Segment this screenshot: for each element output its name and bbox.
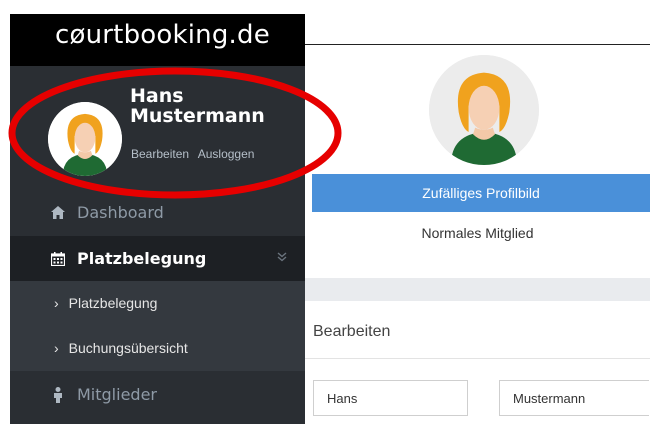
section-separator bbox=[305, 278, 650, 301]
user-full-name: Hans Mustermann bbox=[130, 86, 265, 126]
home-icon bbox=[51, 206, 65, 219]
app-logo[interactable]: cøurtbooking.de bbox=[55, 20, 270, 50]
profile-links: Bearbeiten Ausloggen bbox=[131, 147, 260, 161]
submenu-label-buchungsuebersicht: Buchungsübersicht bbox=[68, 340, 188, 356]
last-name-field[interactable] bbox=[499, 380, 649, 416]
person-icon bbox=[51, 386, 65, 403]
logout-link[interactable]: Ausloggen bbox=[198, 147, 255, 161]
random-profile-picture-button[interactable]: Zufälliges Profilbild bbox=[312, 174, 650, 212]
top-border bbox=[305, 44, 650, 45]
calendar-icon bbox=[51, 251, 65, 266]
chevron-down-icon[interactable] bbox=[277, 251, 287, 265]
menu-item-platzbelegung[interactable]: Platzbelegung bbox=[10, 236, 305, 281]
menu-label-platzbelegung: Platzbelegung bbox=[77, 249, 207, 268]
profile-picture[interactable] bbox=[429, 55, 539, 165]
profile-picture-illustration bbox=[429, 55, 539, 165]
avatar-illustration bbox=[48, 102, 122, 176]
user-last-name: Mustermann bbox=[130, 105, 265, 127]
submenu-label-platzbelegung: Platzbelegung bbox=[68, 295, 158, 311]
chevron-right-icon: › bbox=[54, 340, 59, 356]
first-name-field[interactable] bbox=[313, 380, 468, 416]
user-profile-block: Hans Mustermann Bearbeiten Ausloggen bbox=[10, 66, 305, 184]
edit-divider bbox=[305, 358, 650, 359]
member-type-label: Normales Mitglied bbox=[421, 225, 534, 241]
submenu-platzbelegung: › Platzbelegung › Buchungsübersicht bbox=[10, 281, 305, 371]
menu-item-dashboard[interactable]: Dashboard bbox=[10, 190, 305, 235]
edit-section-title: Bearbeiten bbox=[313, 323, 391, 340]
sidebar: cøurtbooking.de Hans Mustermann Bearbeit… bbox=[10, 14, 305, 424]
menu-item-mitglieder[interactable]: Mitglieder bbox=[10, 372, 305, 417]
logo-bar[interactable]: cøurtbooking.de bbox=[10, 14, 305, 66]
submenu-item-buchungsuebersicht[interactable]: › Buchungsübersicht bbox=[54, 340, 188, 356]
user-first-name: Hans bbox=[130, 85, 184, 107]
app-root: cøurtbooking.de Hans Mustermann Bearbeit… bbox=[0, 0, 650, 424]
edit-profile-link[interactable]: Bearbeiten bbox=[131, 147, 189, 161]
chevron-right-icon: › bbox=[54, 295, 59, 311]
main-content: Zufälliges Profilbild Normales Mitglied … bbox=[305, 44, 650, 424]
menu-label-dashboard: Dashboard bbox=[77, 203, 164, 222]
menu-label-mitglieder: Mitglieder bbox=[77, 385, 157, 404]
submenu-item-platzbelegung[interactable]: › Platzbelegung bbox=[54, 295, 157, 311]
user-avatar[interactable] bbox=[48, 102, 122, 176]
